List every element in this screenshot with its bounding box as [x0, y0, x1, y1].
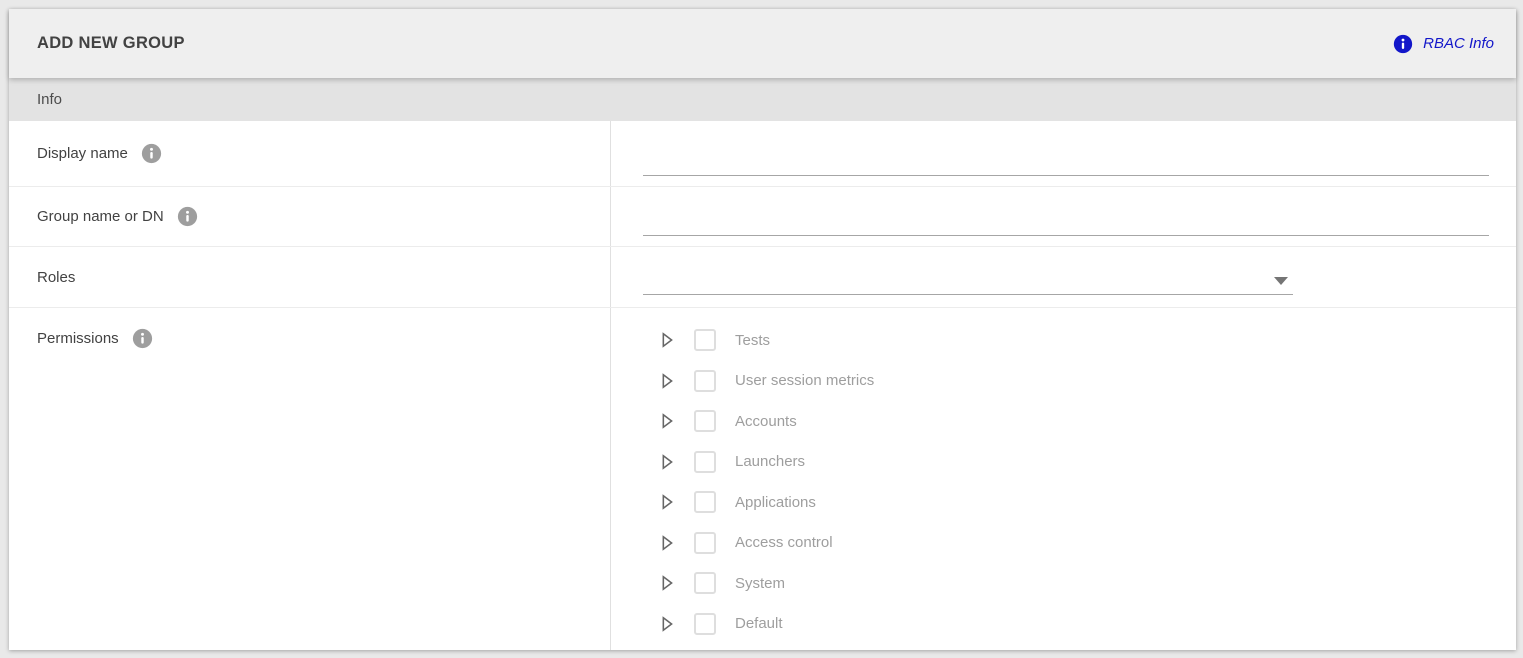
- permission-label: User session metrics: [735, 372, 874, 389]
- display-name-label: Display name: [37, 145, 128, 162]
- group-name-input[interactable]: [643, 206, 1489, 236]
- tree-row-access-control: Access control: [656, 523, 1516, 564]
- tree-row-launchers: Launchers: [656, 442, 1516, 483]
- rbac-info-label: RBAC Info: [1423, 35, 1494, 52]
- permission-checkbox[interactable]: [694, 613, 716, 635]
- permission-checkbox[interactable]: [694, 410, 716, 432]
- panel-header: ADD NEW GROUP RBAC Info: [9, 9, 1516, 78]
- rbac-info-link[interactable]: RBAC Info: [1393, 34, 1494, 54]
- chevron-right-icon[interactable]: [656, 491, 678, 513]
- tree-row-default: Default: [656, 604, 1516, 645]
- section-label: Info: [37, 91, 62, 108]
- tree-row-accounts: Accounts: [656, 401, 1516, 442]
- permission-label: Accounts: [735, 413, 797, 430]
- roles-label: Roles: [37, 269, 75, 286]
- display-name-input[interactable]: [643, 146, 1489, 176]
- permission-label: Applications: [735, 494, 816, 511]
- permission-checkbox[interactable]: [694, 329, 716, 351]
- permission-label: Default: [735, 615, 783, 632]
- group-name-label-cell: Group name or DN: [9, 187, 611, 246]
- permissions-label: Permissions: [37, 330, 119, 347]
- permission-checkbox[interactable]: [694, 572, 716, 594]
- permissions-label-cell: Permissions: [9, 308, 611, 650]
- row-group-name: Group name or DN: [9, 187, 1516, 247]
- row-roles: Roles: [9, 247, 1516, 308]
- display-name-label-cell: Display name: [9, 121, 611, 186]
- permission-checkbox[interactable]: [694, 491, 716, 513]
- chevron-right-icon[interactable]: [656, 370, 678, 392]
- permission-label: Tests: [735, 332, 770, 349]
- permission-label: Launchers: [735, 453, 805, 470]
- info-icon[interactable]: [132, 328, 153, 349]
- roles-select[interactable]: [643, 265, 1293, 295]
- caret-down-icon: [1274, 277, 1288, 285]
- page-title: ADD NEW GROUP: [37, 34, 185, 53]
- permission-label: Access control: [735, 534, 833, 551]
- chevron-right-icon[interactable]: [656, 532, 678, 554]
- permission-checkbox[interactable]: [694, 370, 716, 392]
- tree-row-user-session-metrics: User session metrics: [656, 361, 1516, 402]
- permissions-tree: Tests User session metrics Accounts: [611, 308, 1516, 650]
- permission-checkbox[interactable]: [694, 532, 716, 554]
- permission-label: System: [735, 575, 785, 592]
- chevron-right-icon[interactable]: [656, 572, 678, 594]
- permission-checkbox[interactable]: [694, 451, 716, 473]
- group-name-field-cell: [611, 187, 1516, 246]
- display-name-field-cell: [611, 121, 1516, 186]
- info-icon[interactable]: [141, 143, 162, 164]
- add-group-form: Display name Group name or DN: [9, 121, 1516, 650]
- roles-field-cell: [611, 247, 1516, 307]
- tree-row-system: System: [656, 563, 1516, 604]
- info-icon[interactable]: [177, 206, 198, 227]
- chevron-right-icon[interactable]: [656, 329, 678, 351]
- section-bar-info: Info: [9, 78, 1516, 121]
- row-permissions: Permissions Tests: [9, 308, 1516, 650]
- chevron-right-icon[interactable]: [656, 410, 678, 432]
- row-display-name: Display name: [9, 121, 1516, 187]
- chevron-right-icon[interactable]: [656, 613, 678, 635]
- tree-row-applications: Applications: [656, 482, 1516, 523]
- tree-row-tests: Tests: [656, 320, 1516, 361]
- chevron-right-icon[interactable]: [656, 451, 678, 473]
- add-new-group-panel: ADD NEW GROUP RBAC Info Info Display nam…: [9, 9, 1516, 650]
- roles-label-cell: Roles: [9, 247, 611, 307]
- info-icon: [1393, 34, 1413, 54]
- group-name-label: Group name or DN: [37, 208, 164, 225]
